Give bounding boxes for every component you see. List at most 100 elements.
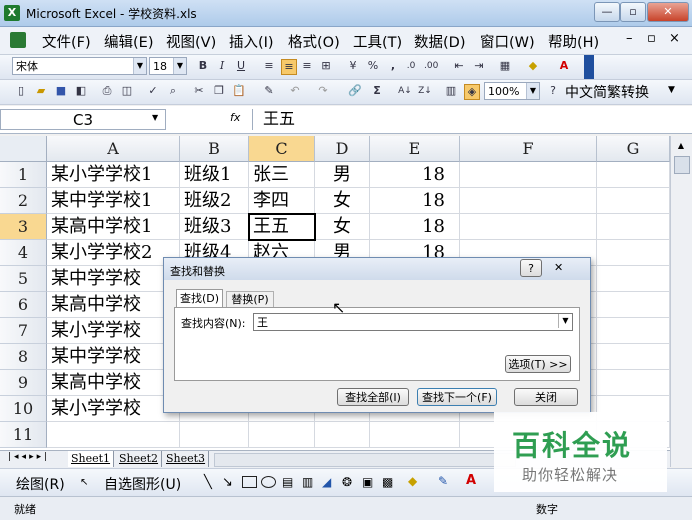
options-button[interactable]: 选项(T) >> (505, 355, 571, 373)
row-header-11[interactable]: 11 (0, 422, 47, 448)
font-color-icon[interactable]: A (557, 59, 571, 73)
cut-icon[interactable]: ✂ (192, 84, 206, 98)
drawing-icon[interactable]: ◈ (464, 84, 480, 100)
cell-C3[interactable]: 王五 (249, 214, 315, 240)
chinese-convert-button[interactable]: 中文简繁转换 (565, 82, 649, 102)
font-name-combo[interactable]: 宋体 ▼ (12, 57, 147, 75)
cell-E1[interactable]: 18 (370, 162, 460, 188)
line-color-icon[interactable]: ✎ (438, 474, 448, 488)
row-header-4[interactable]: 4 (0, 240, 47, 266)
cell-A8[interactable]: 某中学学校 (47, 344, 180, 370)
save-icon[interactable]: ■ (54, 84, 68, 98)
cell-D2[interactable]: 女 (315, 188, 370, 214)
excel-app-icon[interactable]: X (4, 5, 20, 21)
close-dialog-button[interactable]: 关闭 (514, 388, 578, 406)
decrease-indent-icon[interactable]: ⇤ (452, 59, 466, 73)
cell-D11[interactable] (315, 422, 370, 448)
chart-wizard-icon[interactable]: ▥ (444, 84, 458, 98)
scroll-up-icon[interactable]: ▲ (674, 139, 688, 153)
diagram-icon[interactable]: ❂ (342, 475, 352, 489)
sheet-tab-1[interactable]: Sheet1 (68, 451, 115, 467)
row-header-7[interactable]: 7 (0, 318, 47, 344)
font-color-icon[interactable]: A (466, 473, 476, 488)
cell-A1[interactable]: 某小学学校1 (47, 162, 180, 188)
cell-D1[interactable]: 男 (315, 162, 370, 188)
increase-indent-icon[interactable]: ⇥ (472, 59, 486, 73)
undo-icon[interactable]: ↶ (288, 84, 302, 98)
cell-F2[interactable] (460, 188, 597, 214)
cell-G9[interactable] (597, 370, 670, 396)
cell-A2[interactable]: 某中学学校1 (47, 188, 180, 214)
row-header-5[interactable]: 5 (0, 266, 47, 292)
row-header-1[interactable]: 1 (0, 162, 47, 188)
cell-G6[interactable] (597, 292, 670, 318)
decrease-decimal-icon[interactable]: .00 (424, 59, 438, 73)
redo-icon[interactable]: ↷ (316, 84, 330, 98)
row-header-8[interactable]: 8 (0, 344, 47, 370)
paste-icon[interactable]: 📋 (232, 84, 246, 98)
doc-restore-button[interactable]: ▫ (647, 31, 656, 46)
cell-E11[interactable] (370, 422, 460, 448)
tab-scroll-icon[interactable]: |◂◂▸▸| (8, 452, 50, 462)
italic-button[interactable]: I (215, 59, 229, 73)
name-box[interactable]: C3 (0, 109, 166, 130)
tab-replace[interactable]: 替换(P) (226, 291, 274, 308)
cell-A4[interactable]: 某小学学校2 (47, 240, 180, 266)
doc-minimize-button[interactable]: – (626, 31, 633, 46)
textbox-icon[interactable]: ▤ (282, 475, 293, 489)
chevron-down-icon[interactable]: ▼ (558, 314, 572, 328)
cell-E2[interactable]: 18 (370, 188, 460, 214)
menu-help[interactable]: 帮助(H) (548, 31, 599, 52)
column-header-B[interactable]: B (180, 136, 249, 162)
cell-G7[interactable] (597, 318, 670, 344)
sheet-tab-3[interactable]: Sheet3 (163, 451, 210, 467)
restore-button[interactable]: ▫ (620, 2, 646, 22)
open-icon[interactable]: ▰ (34, 84, 48, 98)
currency-icon[interactable]: ¥ (346, 59, 360, 73)
increase-decimal-icon[interactable]: .0 (404, 59, 418, 73)
dialog-close-icon[interactable]: ✕ (554, 261, 563, 274)
chevron-down-icon[interactable]: ▼ (526, 83, 539, 99)
draw-menu-button[interactable]: 绘图(R) (16, 474, 65, 494)
row-header-6[interactable]: 6 (0, 292, 47, 318)
cell-G4[interactable] (597, 240, 670, 266)
cell-A7[interactable]: 某小学学校 (47, 318, 180, 344)
row-header-3[interactable]: 3 (0, 214, 47, 240)
cell-B2[interactable]: 班级2 (180, 188, 249, 214)
print-preview-icon[interactable]: ◫ (120, 84, 134, 98)
cell-E3[interactable]: 18 (370, 214, 460, 240)
chevron-down-icon[interactable]: ▼ (173, 58, 186, 74)
align-center-icon[interactable]: ≡ (281, 59, 297, 75)
cell-C1[interactable]: 张三 (249, 162, 315, 188)
cell-A10[interactable]: 某小学学校 (47, 396, 180, 422)
percent-button[interactable]: % (366, 59, 380, 73)
cell-F1[interactable] (460, 162, 597, 188)
find-all-button[interactable]: 查找全部(I) (337, 388, 409, 406)
cell-A5[interactable]: 某中学学校 (47, 266, 180, 292)
hyperlink-icon[interactable]: 🔗 (348, 84, 362, 98)
zoom-combo[interactable]: 100% ▼ (484, 82, 540, 100)
dialog-help-button[interactable]: ? (520, 259, 542, 277)
workbook-icon[interactable] (10, 32, 26, 48)
clipart-icon[interactable]: ▣ (362, 475, 373, 489)
chevron-down-icon[interactable]: ▼ (668, 85, 675, 95)
line-icon[interactable]: ╲ (204, 475, 212, 490)
column-header-A[interactable]: A (47, 136, 180, 162)
horizontal-scrollbar[interactable] (214, 453, 516, 467)
vertical-scrollbar[interactable]: ▲ (670, 136, 692, 467)
research-icon[interactable]: ⌕ (166, 84, 180, 98)
chevron-down-icon[interactable]: ▼ (133, 58, 146, 74)
sort-ascending-icon[interactable]: A↓ (398, 84, 412, 98)
arrow-icon[interactable]: ↘ (222, 475, 233, 490)
cell-B1[interactable]: 班级1 (180, 162, 249, 188)
picture-icon[interactable]: ▩ (382, 475, 393, 489)
merge-center-icon[interactable]: ⊞ (319, 59, 333, 73)
cell-G5[interactable] (597, 266, 670, 292)
fill-color-icon[interactable]: ◆ (408, 474, 417, 488)
find-what-input[interactable]: 王 ▼ (253, 313, 573, 331)
cell-A3[interactable]: 某高中学校1 (47, 214, 180, 240)
copy-icon[interactable]: ❐ (212, 84, 226, 98)
column-header-D[interactable]: D (315, 136, 370, 162)
tab-find[interactable]: 查找(D) (176, 289, 223, 308)
cell-C2[interactable]: 李四 (249, 188, 315, 214)
